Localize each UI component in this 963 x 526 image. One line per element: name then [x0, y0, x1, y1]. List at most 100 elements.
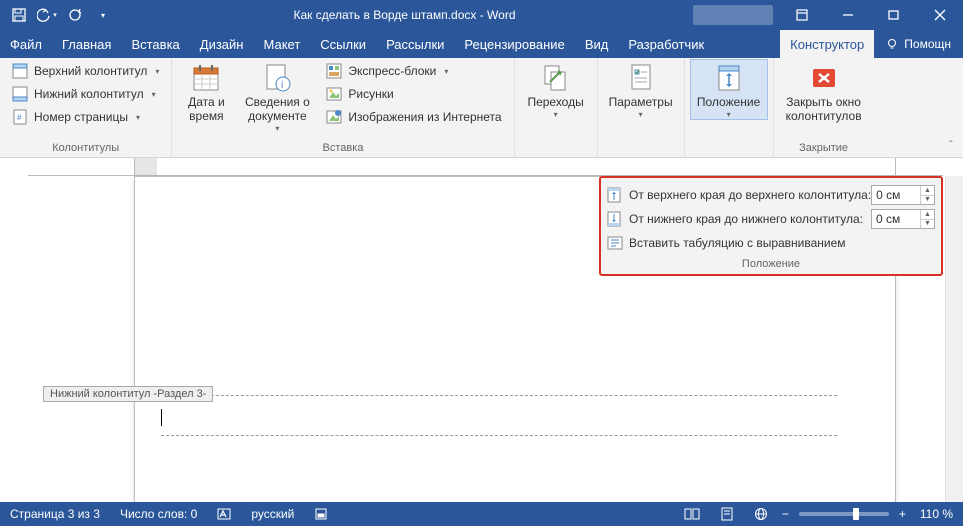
- status-bar: Страница 3 из 3 Число слов: 0 русский − …: [0, 502, 963, 526]
- qat-customize[interactable]: ▾: [90, 3, 116, 27]
- close-x-icon: [808, 62, 840, 94]
- group-label-close: Закрытие: [780, 140, 868, 157]
- save-button[interactable]: [6, 3, 32, 27]
- insert-alignment-tab-button[interactable]: Вставить табуляцию с выравниванием: [607, 232, 852, 254]
- status-language[interactable]: русский: [241, 502, 304, 526]
- tab-file[interactable]: Файл: [0, 30, 52, 58]
- tab-design[interactable]: Дизайн: [190, 30, 254, 58]
- page-number-icon: #: [12, 109, 28, 125]
- title-bar: ▾ ▾ Как сделать в Ворде штамп.docx - Wor…: [0, 0, 963, 30]
- macro-icon: [314, 507, 328, 521]
- close-button[interactable]: [917, 0, 963, 30]
- collapse-ribbon-button[interactable]: ˆ: [943, 137, 959, 153]
- status-page[interactable]: Страница 3 из 3: [0, 502, 110, 526]
- navigation-button[interactable]: Переходы▾: [521, 60, 591, 119]
- group-label-headers: Колонтитулы: [6, 140, 165, 157]
- date-time-button[interactable]: Дата и время: [178, 60, 234, 124]
- view-print-layout[interactable]: [710, 502, 744, 526]
- header-distance-icon: [607, 187, 623, 203]
- spin-down[interactable]: ▼: [921, 220, 934, 229]
- tab-insert[interactable]: Вставка: [121, 30, 189, 58]
- account-placeholder[interactable]: [693, 5, 773, 25]
- horizontal-ruler[interactable]: [28, 158, 943, 176]
- tell-me-label: Помощн: [904, 37, 951, 51]
- calendar-icon: [190, 62, 222, 94]
- options-icon: [625, 62, 657, 94]
- group-options: Параметры▾: [598, 58, 685, 157]
- svg-text:i: i: [281, 80, 283, 91]
- footer-section-tag: Нижний колонтитул -Раздел 3-: [43, 386, 213, 402]
- status-spellcheck[interactable]: [207, 502, 241, 526]
- footer-button[interactable]: Нижний колонтитул▾: [6, 83, 165, 105]
- close-header-footer-button[interactable]: Закрыть окно колонтитулов: [780, 60, 868, 124]
- zoom-slider[interactable]: [799, 512, 889, 516]
- vertical-scrollbar[interactable]: [945, 176, 963, 502]
- spellcheck-icon: [217, 507, 231, 521]
- status-word-count[interactable]: Число слов: 0: [110, 502, 207, 526]
- pictures-button[interactable]: Рисунки: [320, 83, 507, 105]
- ribbon-tabs: Файл Главная Вставка Дизайн Макет Ссылки…: [0, 30, 963, 58]
- status-macro[interactable]: [304, 502, 338, 526]
- footer-icon: [12, 86, 28, 102]
- picture-icon: [326, 86, 342, 102]
- tab-developer[interactable]: Разработчик: [618, 30, 714, 58]
- online-pictures-icon: [326, 109, 342, 125]
- header-distance-input[interactable]: 0 см▲▼: [871, 185, 935, 205]
- doc-info-icon: i: [261, 62, 293, 94]
- print-layout-icon: [720, 507, 734, 521]
- read-mode-icon: [684, 508, 700, 520]
- tab-view[interactable]: Вид: [575, 30, 619, 58]
- group-close: Закрыть окно колонтитулов Закрытие: [774, 58, 874, 157]
- zoom-level[interactable]: 110 %: [910, 502, 963, 526]
- svg-text:#: #: [17, 113, 22, 122]
- spin-down[interactable]: ▼: [921, 196, 934, 205]
- web-layout-icon: [754, 507, 768, 521]
- quick-parts-icon: [326, 63, 342, 79]
- tab-review[interactable]: Рецензирование: [454, 30, 574, 58]
- position-button[interactable]: Положение▾: [691, 60, 767, 119]
- tell-me[interactable]: Помощн: [874, 30, 963, 58]
- minimize-button[interactable]: [825, 0, 871, 30]
- zoom-out-button[interactable]: −: [778, 502, 793, 526]
- window-title: Как сделать в Ворде штамп.docx - Word: [116, 8, 693, 22]
- text-caret: [161, 409, 162, 426]
- view-read-mode[interactable]: [674, 502, 710, 526]
- online-pictures-button[interactable]: Изображения из Интернета: [320, 106, 507, 128]
- quick-parts-button[interactable]: Экспресс-блоки▾: [320, 60, 507, 82]
- spin-up[interactable]: ▲: [921, 186, 934, 196]
- doc-info-button[interactable]: i Сведения о документе▾: [238, 60, 316, 133]
- zoom-in-button[interactable]: +: [895, 502, 910, 526]
- ribbon: Верхний колонтитул▾ Нижний колонтитул▾ #…: [0, 58, 963, 158]
- tab-layout[interactable]: Макет: [253, 30, 310, 58]
- lightbulb-icon: [886, 38, 898, 50]
- header-distance-label: От верхнего края до верхнего колонтитула…: [629, 188, 871, 202]
- window-controls: [779, 0, 963, 30]
- redo-button[interactable]: [62, 3, 88, 27]
- position-icon: [713, 62, 745, 94]
- header-button[interactable]: Верхний колонтитул▾: [6, 60, 165, 82]
- view-web-layout[interactable]: [744, 502, 778, 526]
- options-button[interactable]: Параметры▾: [604, 60, 678, 119]
- undo-button[interactable]: ▾: [34, 3, 60, 27]
- group-label-insert: Вставка: [178, 140, 507, 157]
- tab-design-context[interactable]: Конструктор: [780, 30, 874, 58]
- alignment-tab-icon: [607, 235, 623, 251]
- document-area: Нижний колонтитул -Раздел 3- От верхнего…: [0, 158, 963, 502]
- tab-home[interactable]: Главная: [52, 30, 121, 58]
- group-headers-footers: Верхний колонтитул▾ Нижний колонтитул▾ #…: [0, 58, 172, 157]
- footer-distance-input[interactable]: 0 см▲▼: [871, 209, 935, 229]
- spin-up[interactable]: ▲: [921, 210, 934, 220]
- footer-distance-icon: [607, 211, 623, 227]
- header-icon: [12, 63, 28, 79]
- group-navigation: Переходы▾: [515, 58, 598, 157]
- ribbon-display-button[interactable]: [779, 0, 825, 30]
- tab-references[interactable]: Ссылки: [310, 30, 376, 58]
- tab-mailings[interactable]: Рассылки: [376, 30, 454, 58]
- group-insert: Дата и время i Сведения о документе▾ Экс…: [172, 58, 514, 157]
- group-position: Положение▾: [685, 58, 774, 157]
- page-number-button[interactable]: #Номер страницы▾: [6, 106, 165, 128]
- navigation-icon: [540, 62, 572, 94]
- quick-access-toolbar: ▾ ▾: [0, 3, 116, 27]
- position-popout: От верхнего края до верхнего колонтитула…: [599, 176, 943, 276]
- maximize-button[interactable]: [871, 0, 917, 30]
